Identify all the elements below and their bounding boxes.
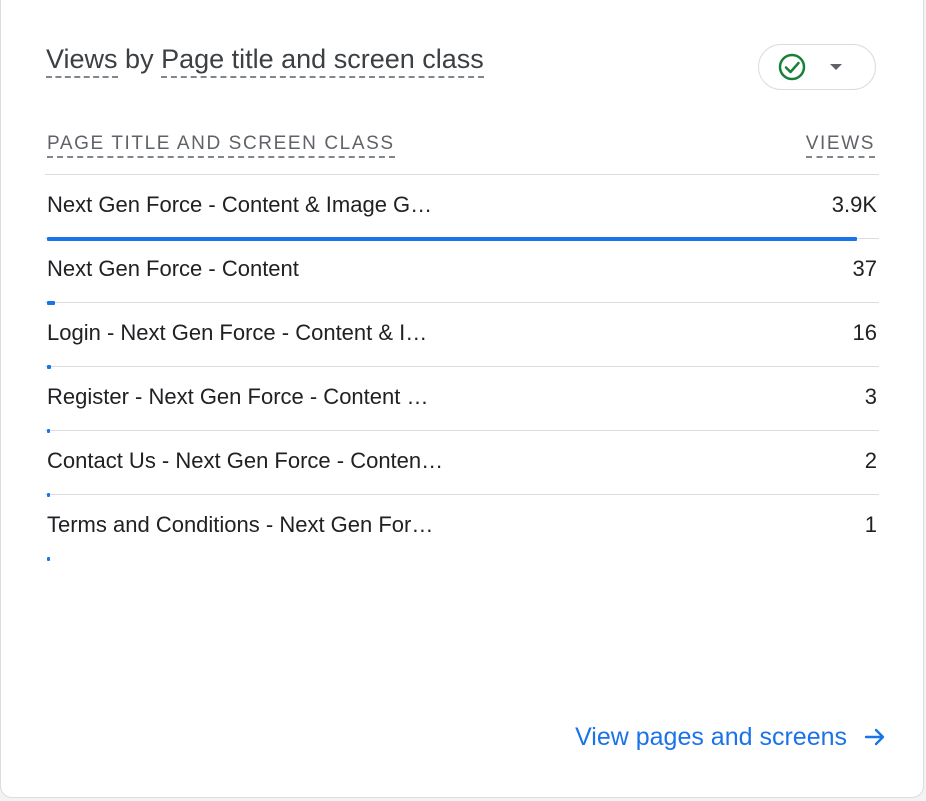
row-value: 37 [852, 256, 877, 281]
row-label: Next Gen Force - Content & Image G… [47, 192, 433, 217]
row-label: Login - Next Gen Force - Content & I… [47, 320, 428, 345]
table-row: Register - Next Gen Force - Content … 3 [45, 367, 879, 433]
table-body: Next Gen Force - Content & Image G… 3.9K… [45, 175, 879, 561]
caret-down-icon [830, 64, 842, 70]
metric-label[interactable]: Views [46, 44, 118, 78]
views-by-page-card: Views by Page title and screen class PAG… [0, 0, 924, 798]
row-value: 3 [864, 384, 877, 409]
row-bar [47, 557, 50, 561]
table-row: Next Gen Force - Content & Image G… 3.9K [45, 175, 879, 241]
card-title: Views by Page title and screen class [46, 39, 484, 79]
dimension-label[interactable]: Page title and screen class [161, 44, 484, 78]
table-row: Login - Next Gen Force - Content & I… 16 [45, 303, 879, 369]
table-row: Contact Us - Next Gen Force - Conten… 2 [45, 431, 879, 497]
row-value: 2 [864, 448, 877, 473]
view-pages-and-screens-link[interactable]: View pages and screens [575, 721, 887, 753]
row-label: Next Gen Force - Content [47, 256, 299, 281]
title-connector: by [117, 44, 162, 74]
row-label: Register - Next Gen Force - Content … [47, 384, 429, 409]
table-row: Terms and Conditions - Next Gen For… 1 [45, 495, 879, 561]
dimension-column-header[interactable]: PAGE TITLE AND SCREEN CLASS [47, 129, 395, 159]
comparison-status-dropdown[interactable] [758, 44, 876, 90]
view-pages-link-label: View pages and screens [575, 722, 847, 751]
check-circle-icon [778, 53, 806, 81]
row-value: 16 [852, 320, 877, 345]
arrow-right-icon [864, 728, 885, 746]
row-label: Terms and Conditions - Next Gen For… [47, 512, 434, 537]
row-label: Contact Us - Next Gen Force - Conten… [47, 448, 444, 473]
table-row: Next Gen Force - Content 37 [45, 239, 879, 305]
row-value: 3.9K [831, 192, 877, 217]
views-column-header[interactable]: VIEWS [805, 129, 875, 159]
row-value: 1 [864, 512, 877, 537]
